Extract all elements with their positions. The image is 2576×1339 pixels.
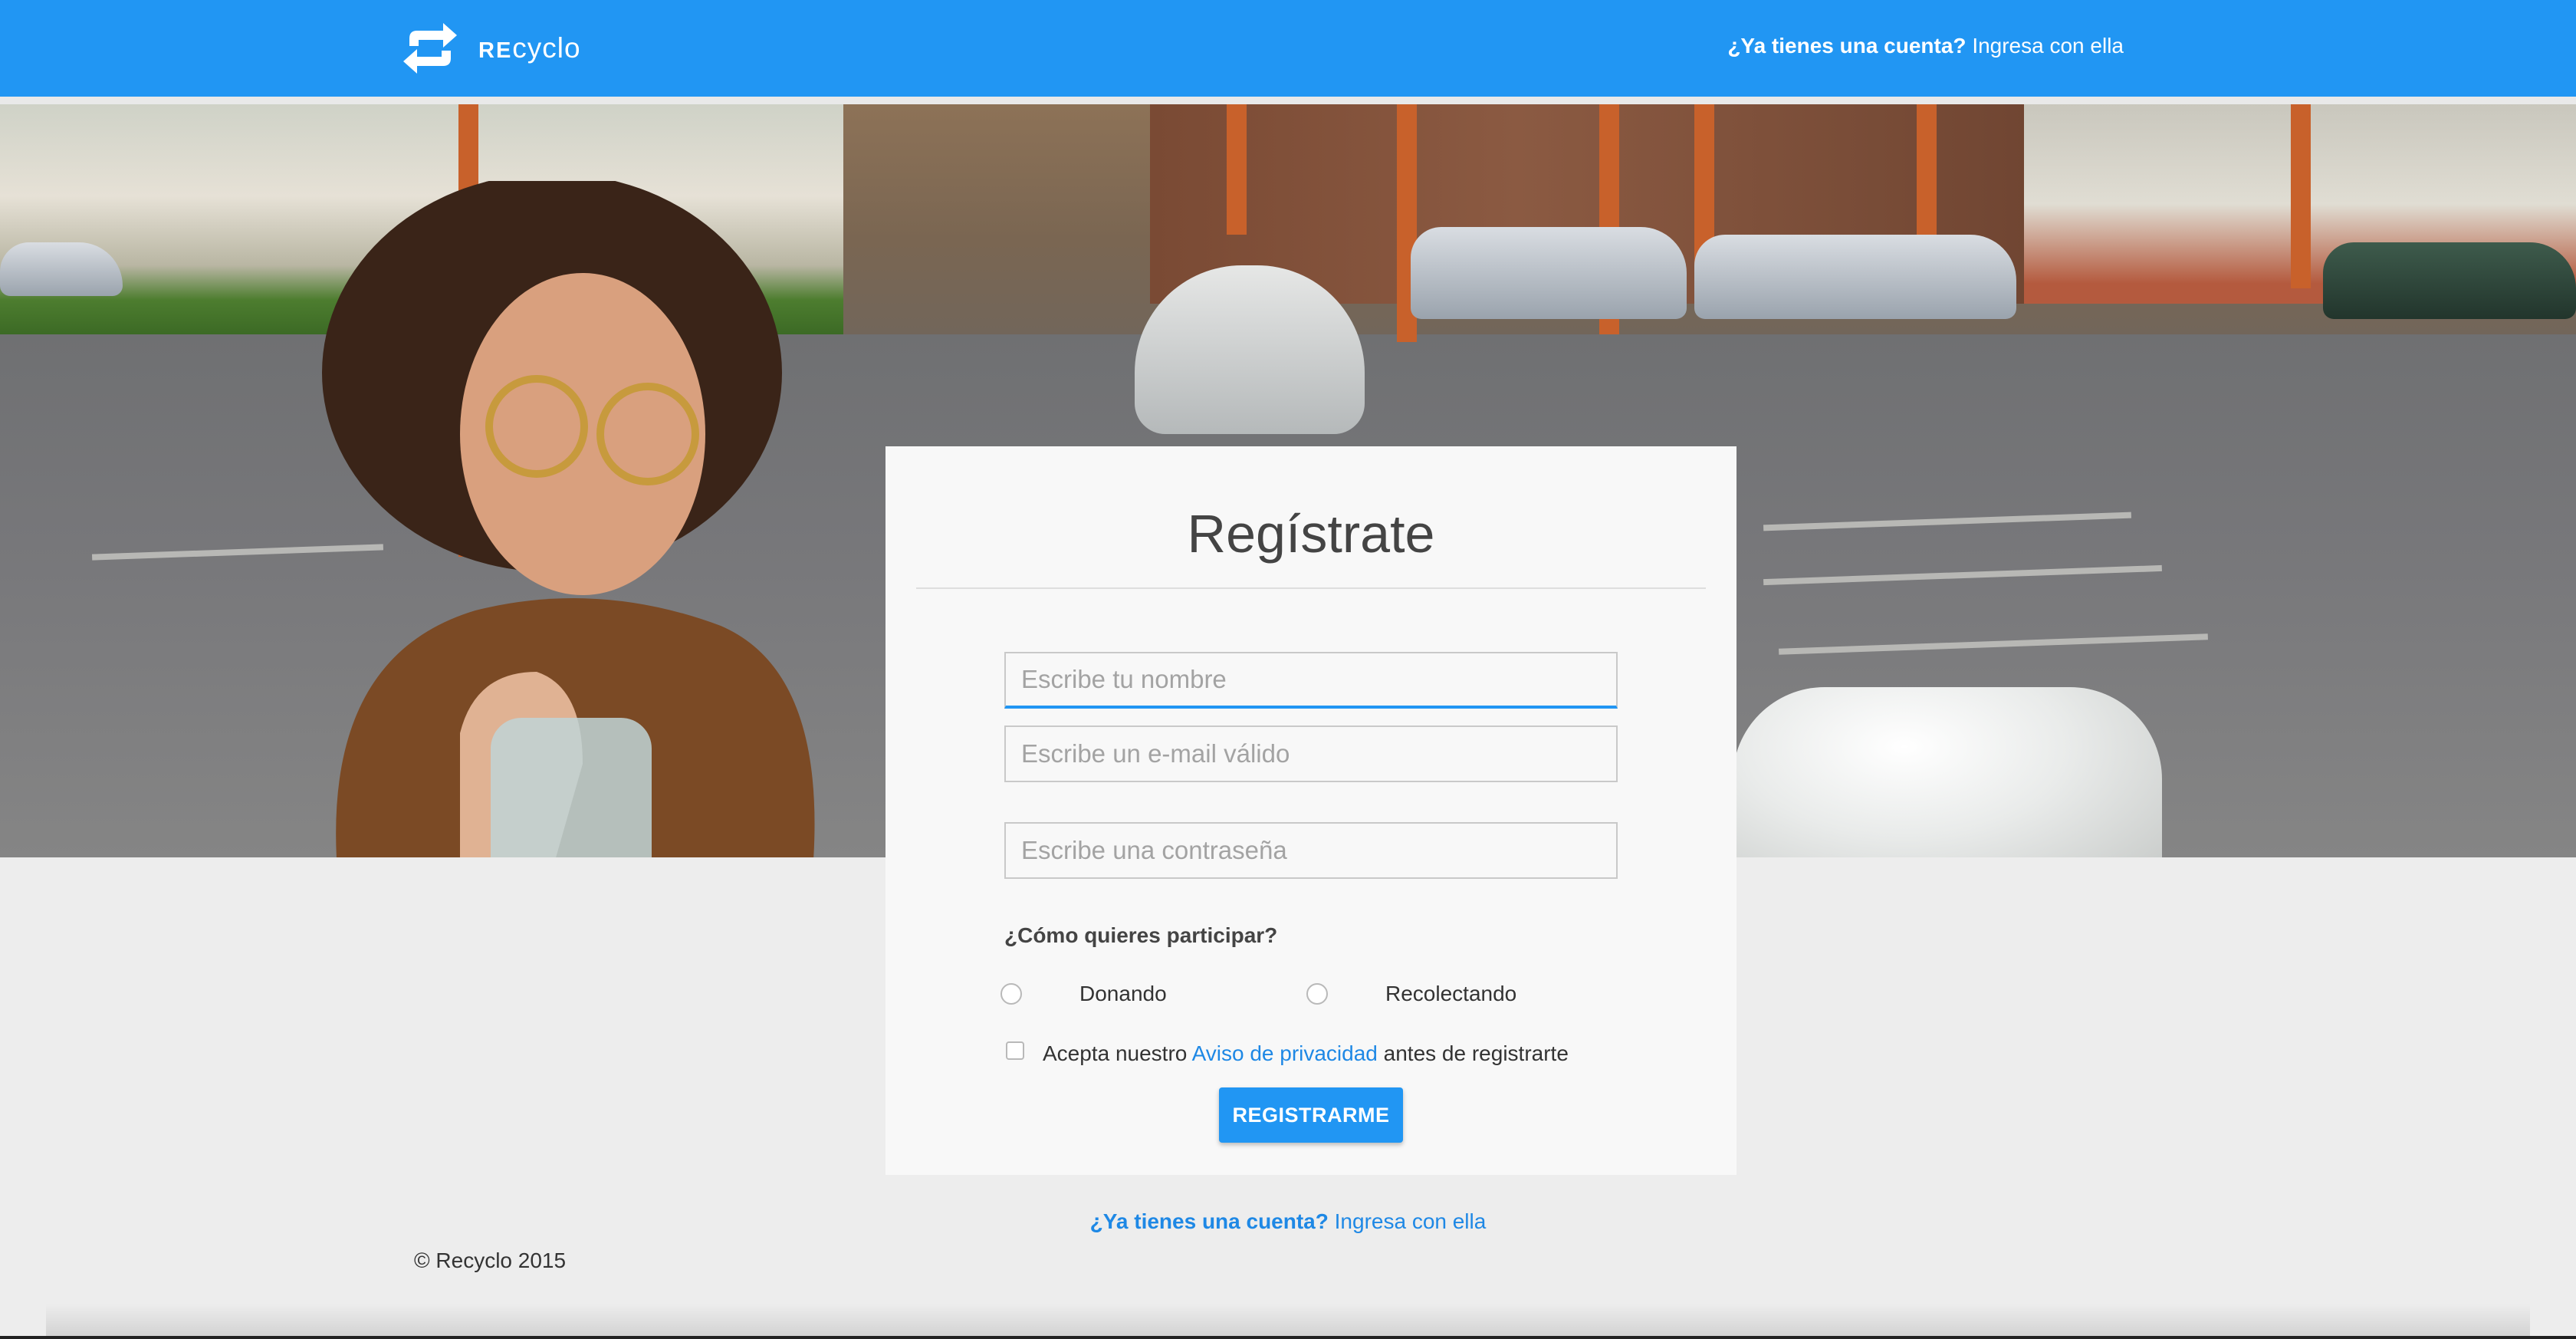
hero-car	[1411, 227, 1687, 319]
hero-car	[1694, 235, 2016, 319]
privacy-terms-text: Acepta nuestro Aviso de privacidad antes…	[1043, 1041, 1569, 1066]
terms-suffix: antes de registrarte	[1377, 1041, 1569, 1065]
radio-label-donando: Donando	[1079, 982, 1167, 1005]
radio-donando[interactable]	[1001, 983, 1022, 1005]
copyright: © Recyclo 2015	[414, 1249, 567, 1272]
header-login-prompt: ¿Ya tienes una cuenta? Ingresa con ella	[1727, 34, 2124, 58]
name-input[interactable]	[1004, 652, 1618, 709]
page-bottom-shadow	[46, 1304, 2530, 1339]
radio-recolectando[interactable]	[1306, 983, 1328, 1005]
participation-question: ¿Cómo quieres participar?	[1004, 923, 1278, 947]
hero-glass-jar	[1733, 687, 2162, 857]
terms-prefix: Acepta nuestro	[1043, 1041, 1192, 1065]
header-login-link[interactable]: Ingresa con ella	[1972, 34, 2124, 58]
hero-woman-figure	[322, 181, 815, 857]
email-input[interactable]	[1004, 725, 1618, 782]
password-input[interactable]	[1004, 822, 1618, 879]
page-bottom-edge	[0, 1336, 2576, 1339]
logo-text-bold: RE	[478, 38, 513, 63]
logo-text-light: cyclo	[512, 32, 581, 64]
footer-login-question[interactable]: ¿Ya tienes una cuenta?	[1090, 1209, 1329, 1233]
hero-car	[2323, 242, 2576, 319]
hero-pole	[1917, 104, 1937, 242]
hero-pole	[2291, 104, 2311, 288]
top-navbar: REcyclo ¿Ya tienes una cuenta? Ingresa c…	[0, 0, 2576, 97]
footer-login-link[interactable]: Ingresa con ella	[1335, 1209, 1487, 1233]
logo-text: REcyclo	[478, 32, 581, 64]
recycle-arrows-icon	[403, 23, 457, 74]
hero-pole	[1227, 104, 1247, 235]
header-login-question: ¿Ya tienes una cuenta?	[1727, 34, 1967, 58]
register-title: Regístrate	[1187, 504, 1435, 564]
radio-label-recolectando: Recolectando	[1385, 982, 1517, 1005]
hero-car	[0, 242, 123, 296]
footer-login-prompt: ¿Ya tienes una cuenta? Ingresa con ella	[0, 1209, 2576, 1234]
privacy-checkbox[interactable]	[1006, 1041, 1024, 1060]
privacy-link[interactable]: Aviso de privacidad	[1192, 1041, 1378, 1065]
navbar-divider	[0, 97, 2576, 104]
logo[interactable]: REcyclo	[399, 20, 581, 77]
register-button[interactable]: REGISTRARME	[1219, 1087, 1403, 1143]
title-divider	[916, 587, 1706, 589]
